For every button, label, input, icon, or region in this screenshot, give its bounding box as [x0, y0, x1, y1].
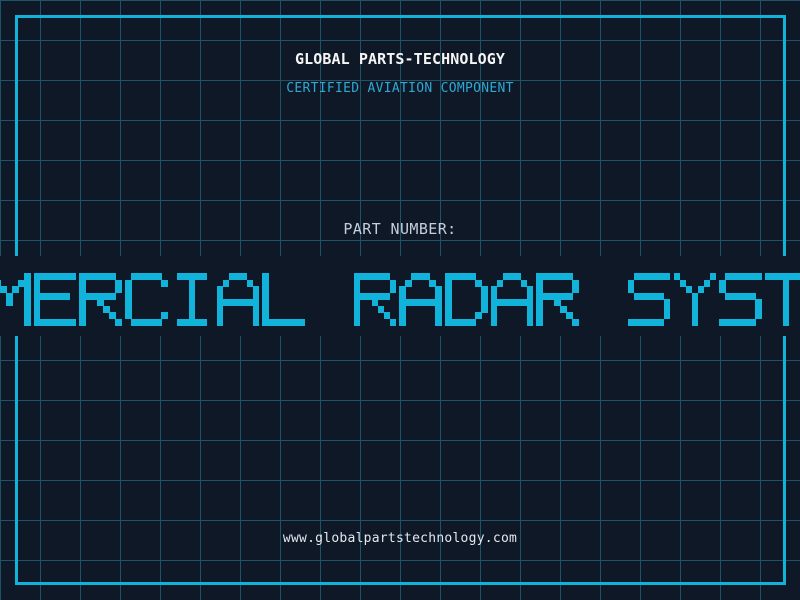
- part-number-marquee-text: [0, 273, 800, 326]
- blueprint-page: GLOBAL PARTS-TECHNOLOGY CERTIFIED AVIATI…: [0, 0, 800, 600]
- part-number-label: PART NUMBER:: [343, 220, 457, 238]
- part-number-marquee: [0, 256, 800, 336]
- page-subtitle: CERTIFIED AVIATION COMPONENT: [286, 81, 514, 96]
- site-url-link[interactable]: www.globalpartstechnology.com: [0, 531, 800, 546]
- page-title: GLOBAL PARTS-TECHNOLOGY: [294, 50, 505, 68]
